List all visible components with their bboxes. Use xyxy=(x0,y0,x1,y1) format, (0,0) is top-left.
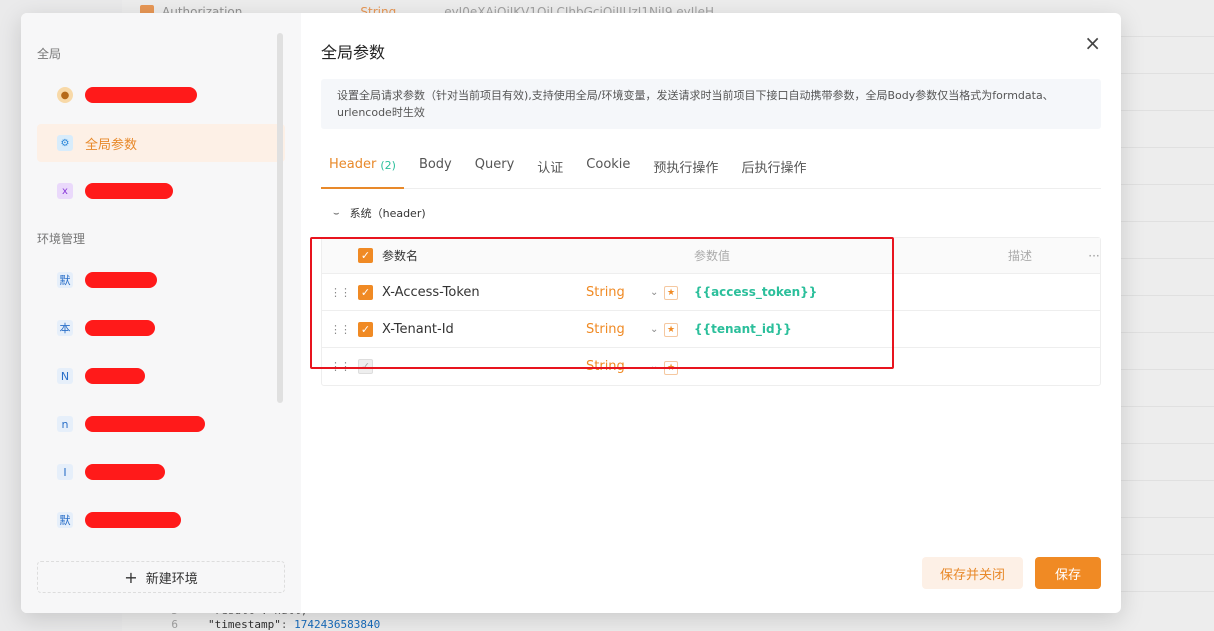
tab-auth[interactable]: 认证 xyxy=(529,157,571,189)
col-header-name: 参数名 xyxy=(382,249,419,263)
new-env-label: 新建环境 xyxy=(145,571,198,587)
redacted-label xyxy=(85,464,165,480)
sidebar-item-env[interactable]: 默 xyxy=(37,501,285,539)
redacted-label xyxy=(85,183,173,199)
eye-closed-icon: ⌣ xyxy=(333,207,340,219)
sidebar-scrollbar[interactable] xyxy=(277,33,283,403)
save-and-close-button[interactable]: 保存并关闭 xyxy=(921,557,1023,589)
row-checkbox[interactable]: ✓ xyxy=(358,321,373,337)
redacted-label xyxy=(85,87,197,103)
modal-content: 全局参数 × 设置全局请求参数（针对当前项目有效),支持使用全局/环境变量，发送… xyxy=(301,13,1121,613)
select-all-checkbox[interactable]: ✓ xyxy=(358,248,373,263)
redacted-label xyxy=(85,512,181,528)
header-params-table: ✓ 参数名 参数值 描述 ··· ⋮⋮ ✓ X-Access-Token Str… xyxy=(321,237,1101,386)
col-header-value: 参数值 xyxy=(694,249,731,263)
drag-handle-icon[interactable]: ⋮⋮ xyxy=(322,323,358,336)
env-icon: I xyxy=(57,464,73,480)
notice-banner: 设置全局请求参数（针对当前项目有效),支持使用全局/环境变量，发送请求时当前项目… xyxy=(321,79,1101,129)
table-header: ✓ 参数名 参数值 描述 ··· xyxy=(322,238,1100,274)
sidebar-item-env[interactable]: I xyxy=(37,453,285,491)
table-row: ⋮⋮ ✓ X-Access-Token String ⌄ ★ {{access_… xyxy=(322,274,1100,311)
tab-post-script[interactable]: 后执行操作 xyxy=(733,157,814,189)
tab-header[interactable]: Header (2) xyxy=(321,157,404,189)
param-type[interactable]: String xyxy=(586,285,650,300)
gear-icon: ⚙ xyxy=(57,135,73,151)
modal-sidebar: 全局 ● ⚙ 全局参数 x 环境管理 默 本 N n I 默 + 新建环境 xyxy=(21,13,301,613)
redacted-label xyxy=(85,368,145,384)
drag-handle-icon[interactable]: ⋮⋮ xyxy=(322,360,358,373)
tab-count-badge: (2) xyxy=(380,159,396,172)
required-star-icon[interactable]: ★ xyxy=(664,360,678,375)
close-icon[interactable]: × xyxy=(1084,31,1101,55)
required-star-icon[interactable]: ★ xyxy=(664,323,678,337)
required-star-icon[interactable]: ★ xyxy=(664,286,678,300)
chevron-down-icon[interactable]: ⌄ xyxy=(650,361,664,372)
more-options-icon[interactable]: ··· xyxy=(1088,249,1100,263)
cookie-icon: ● xyxy=(57,87,73,103)
save-button[interactable]: 保存 xyxy=(1035,557,1101,589)
sidebar-group-global: 全局 xyxy=(37,47,62,61)
sidebar-item-env[interactable]: N xyxy=(37,357,285,395)
env-icon: N xyxy=(57,368,73,384)
sidebar-item-label: 全局参数 xyxy=(85,137,138,153)
sidebar-item-cookie[interactable]: ● xyxy=(37,76,285,114)
env-icon: n xyxy=(57,416,73,432)
sidebar-group-env: 环境管理 xyxy=(37,232,86,246)
drag-handle-icon[interactable]: ⋮⋮ xyxy=(322,286,358,299)
param-value[interactable]: {{tenant_id}} xyxy=(694,322,1008,336)
chevron-down-icon[interactable]: ⌄ xyxy=(650,324,664,335)
sidebar-item-env[interactable]: n xyxy=(37,405,285,443)
system-header-label: 系统（header) xyxy=(349,207,426,220)
sidebar-item-env[interactable]: 默 xyxy=(37,261,285,299)
sidebar-item-global-params[interactable]: ⚙ 全局参数 xyxy=(37,124,285,162)
modal-title: 全局参数 xyxy=(321,43,386,62)
modal-footer: 保存并关闭 保存 xyxy=(921,557,1101,589)
param-tabs: Header (2) Body Query 认证 Cookie 预执行操作 后执行… xyxy=(321,157,1101,189)
env-icon: 本 xyxy=(57,320,73,336)
param-name[interactable]: X-Tenant-Id xyxy=(382,322,586,337)
sidebar-item-variables[interactable]: x xyxy=(37,172,285,210)
param-value[interactable]: {{access_token}} xyxy=(694,285,1008,299)
env-icon: 默 xyxy=(57,512,73,528)
param-type[interactable]: String xyxy=(586,359,650,374)
env-icon: 默 xyxy=(57,272,73,288)
row-checkbox[interactable]: ✓ xyxy=(358,284,373,300)
chevron-down-icon[interactable]: ⌄ xyxy=(650,287,664,298)
redacted-label xyxy=(85,320,155,336)
table-row: ⋮⋮ ✓ X-Tenant-Id String ⌄ ★ {{tenant_id}… xyxy=(322,311,1100,348)
new-env-button[interactable]: + 新建环境 xyxy=(37,561,285,593)
system-header-toggle[interactable]: ⌣ 系统（header) xyxy=(321,205,1101,221)
plus-icon: + xyxy=(124,567,138,587)
row-checkbox[interactable]: ✓ xyxy=(358,359,373,374)
tab-pre-script[interactable]: 预执行操作 xyxy=(645,157,726,189)
param-type[interactable]: String xyxy=(586,322,650,337)
sidebar-item-env[interactable]: 本 xyxy=(37,309,285,347)
global-params-modal: 全局 ● ⚙ 全局参数 x 环境管理 默 本 N n I 默 + 新建环境 全局… xyxy=(21,13,1121,613)
redacted-label xyxy=(85,416,205,432)
param-name[interactable]: X-Access-Token xyxy=(382,285,586,300)
tab-body[interactable]: Body xyxy=(411,157,460,189)
tab-query[interactable]: Query xyxy=(467,157,523,189)
redacted-label xyxy=(85,272,157,288)
table-row-empty: ⋮⋮ ✓ String ⌄ ★ xyxy=(322,348,1100,385)
tab-cookie[interactable]: Cookie xyxy=(578,157,638,189)
variable-icon: x xyxy=(57,183,73,199)
col-header-desc: 描述 xyxy=(1008,249,1033,263)
